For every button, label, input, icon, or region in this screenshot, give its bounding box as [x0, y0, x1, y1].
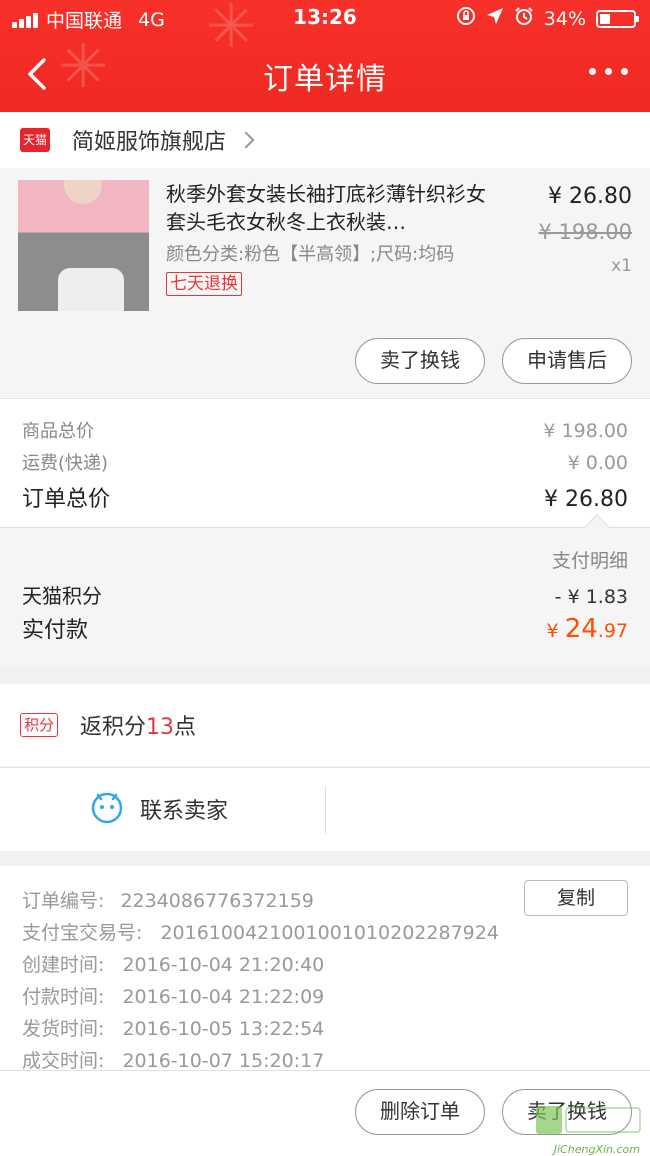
tmall-badge: 天猫: [20, 128, 50, 152]
page-title: 订单详情: [263, 62, 387, 97]
shipped-time-line: 发货时间: 2016-10-05 13:22:54: [22, 1014, 324, 1041]
product-title: 秋季外套女装长袖打底衫薄针织衫女套头毛衣女秋冬上衣秋装…: [166, 182, 486, 234]
created-time: 2016-10-04 21:20:40: [122, 954, 325, 976]
product-quantity: x1: [611, 256, 632, 276]
paid-time: 2016-10-04 21:22:09: [122, 986, 325, 1008]
paid-value: ¥ 24.97: [547, 614, 628, 644]
points-number: 13: [146, 715, 175, 740]
alipay-number: 2016100421001001010202287924: [160, 922, 499, 944]
paid-currency: ¥: [546, 620, 565, 642]
goods-total-label: 商品总价: [22, 421, 94, 442]
payment-detail-link[interactable]: 支付明细: [552, 546, 628, 573]
battery-icon: [596, 9, 639, 28]
tmall-points-label: 天猫积分: [22, 584, 102, 608]
paid-time-label: 付款时间:: [22, 986, 105, 1008]
contact-bar: 联系卖家: [0, 767, 650, 851]
paid-integer: 24: [564, 614, 598, 644]
paid-time-line: 付款时间: 2016-10-04 21:22:09: [22, 982, 324, 1009]
points-badge: 积分: [20, 713, 59, 737]
paid-label: 实付款: [22, 618, 89, 643]
alipay-label: 支付宝交易号:: [22, 922, 143, 944]
footer-bar: 删除订单 卖了换钱 JiChengXin.com: [0, 1070, 650, 1156]
aftersale-button[interactable]: 申请售后: [502, 338, 632, 384]
product-price: ¥ 26.80: [548, 184, 632, 209]
product-card[interactable]: 秋季外套女装长袖打底衫薄针织衫女套头毛衣女秋冬上衣秋装… 颜色分类:粉色【半高领…: [0, 168, 650, 398]
created-time-line: 创建时间: 2016-10-04 21:20:40: [22, 950, 324, 977]
completed-time-line: 成交时间: 2016-10-07 15:20:17: [22, 1046, 324, 1073]
points-prefix: 返积分: [80, 715, 147, 740]
contact-seller-label: 联系卖家: [140, 799, 229, 824]
alipay-line: 支付宝交易号: 2016100421001001010202287924: [22, 918, 499, 945]
return-tag: 七天退换: [166, 272, 242, 296]
header: ✳ ✳ 中国联通 4G 13:26 34% 订单详情: [0, 0, 650, 112]
shipping-label: 运费(快递): [22, 453, 109, 474]
nav-bar: 订单详情: [0, 40, 650, 106]
goods-total-value: ¥ 198.00: [543, 420, 628, 442]
status-bar: 中国联通 4G 13:26 34%: [0, 0, 650, 36]
product-original-price: ¥ 198.00: [538, 220, 632, 244]
payment-summary: 支付明细 天猫积分 - ¥ 1.83 实付款 ¥ 24.97: [0, 514, 650, 666]
shipping-value: ¥ 0.00: [567, 452, 628, 474]
order-info: 订单编号: 2234086776372159 复制 支付宝交易号: 201610…: [0, 866, 650, 1073]
shipped-label: 发货时间:: [22, 1018, 105, 1040]
order-number-label: 订单编号:: [22, 890, 105, 912]
sell-button[interactable]: 卖了换钱: [355, 338, 485, 384]
completed-time: 2016-10-07 15:20:17: [122, 1050, 325, 1072]
product-image[interactable]: [18, 180, 149, 311]
price-summary: 商品总价 ¥ 198.00 运费(快递) ¥ 0.00 订单总价 ¥ 26.80: [0, 398, 650, 528]
shipped-time: 2016-10-05 13:22:54: [122, 1018, 325, 1040]
order-number: 2234086776372159: [120, 890, 314, 912]
points-suffix: 点: [174, 715, 197, 740]
location-icon: [486, 7, 504, 30]
product-spec: 颜色分类:粉色【半高领】;尺码:均码: [166, 244, 455, 265]
created-label: 创建时间:: [22, 954, 105, 976]
lock-rotation-icon: [456, 6, 476, 31]
order-total-label: 订单总价: [22, 487, 111, 512]
store-name: 简姬服饰旗舰店: [72, 130, 227, 155]
points-text: 返积分13点: [80, 709, 196, 741]
alarm-icon: [514, 6, 534, 31]
watermark-text: JiChengXin.com: [553, 1143, 640, 1156]
chat-face-icon: [90, 790, 124, 828]
more-icon[interactable]: [589, 68, 628, 75]
order-total-value: ¥ 26.80: [544, 487, 628, 512]
chevron-right-icon: [237, 131, 255, 149]
paid-decimal: .97: [597, 620, 628, 642]
order-number-line: 订单编号: 2234086776372159: [22, 886, 314, 913]
watermark-logo: [534, 1102, 644, 1148]
copy-button[interactable]: 复制: [524, 880, 628, 916]
delete-order-button[interactable]: 删除订单: [355, 1089, 485, 1135]
contact-seller-button[interactable]: 联系卖家: [90, 790, 228, 828]
store-row[interactable]: 天猫 简姬服饰旗舰店: [0, 112, 650, 168]
tmall-points-value: - ¥ 1.83: [554, 586, 628, 608]
completed-label: 成交时间:: [22, 1050, 105, 1072]
battery-percent: 34%: [543, 7, 586, 30]
points-rebate: 积分 返积分13点: [0, 684, 650, 766]
divider: [325, 786, 326, 834]
